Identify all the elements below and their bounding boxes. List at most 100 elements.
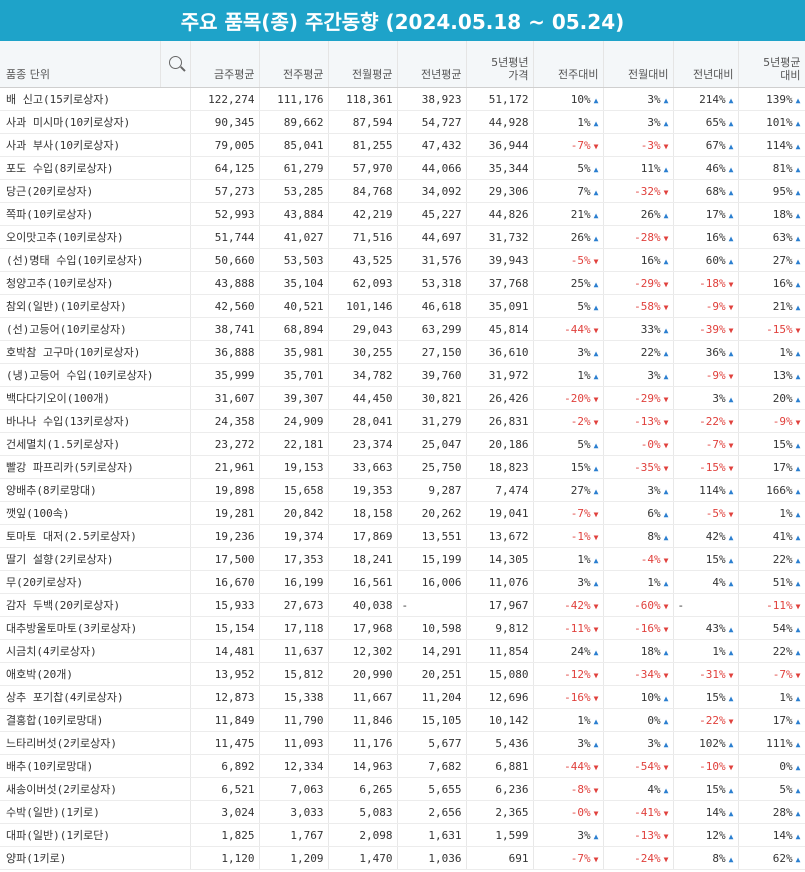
col-header-last-week[interactable]: 전주평균 — [259, 41, 329, 88]
arrow-up-icon: ▲ — [728, 555, 734, 565]
arrow-up-icon: ▲ — [795, 647, 801, 657]
table-row[interactable]: 무(20키로상자) 16,670 16,199 16,561 16,006 11,076 3… — [0, 570, 805, 594]
table-row[interactable]: 상추 포기찹(4키로상자) 12,873 15,338 11,667 11,204 12,… — [0, 685, 805, 709]
table-row[interactable]: 느타리버섯(2키로상자) 11,475 11,093 11,176 5,677 5,436… — [0, 731, 805, 755]
table-row[interactable]: 바나나 수입(13키로상자) 24,358 24,909 28,041 31,279 26… — [0, 409, 805, 433]
change-cell: -8% ▼ — [533, 777, 604, 801]
table-row[interactable]: (선)고등어(10키로상자) 38,741 68,894 29,043 63,299 45… — [0, 317, 805, 341]
arrow-up-icon: ▲ — [663, 716, 669, 726]
col-header-5yr-price[interactable]: 5년평년 가격 — [466, 41, 534, 88]
arrow-up-icon: ▲ — [593, 647, 599, 657]
price-cell: 20,251 — [397, 662, 467, 686]
arrow-down-icon: ▼ — [663, 440, 669, 450]
price-cell: 43,884 — [259, 202, 329, 226]
table-row[interactable]: 토마토 대저(2.5키로상자) 19,236 19,374 17,869 13,551 1… — [0, 524, 805, 548]
change-cell: -28% ▼ — [603, 225, 674, 249]
table-row[interactable]: 배 신고(15키로상자) 122,274 111,176 118,361 38,923 5… — [0, 87, 805, 111]
arrow-up-icon: ▲ — [663, 509, 669, 519]
table-row[interactable]: 대추방울토마토(3키로상자) 15,154 17,118 17,968 10,598 9,… — [0, 616, 805, 640]
table-row[interactable]: 포도 수입(8키로상자) 64,125 61,279 57,970 44,066 35,3… — [0, 156, 805, 180]
change-cell: -7% ▼ — [673, 432, 739, 456]
price-cell: 26,426 — [466, 386, 534, 410]
col-header-vs-month[interactable]: 전월대비 — [603, 41, 674, 88]
price-cell: 12,696 — [466, 685, 534, 709]
change-cell: 1% ▲ — [533, 547, 604, 571]
change-cell: 4% ▲ — [673, 570, 739, 594]
arrow-down-icon: ▼ — [593, 509, 599, 519]
price-cell: 44,450 — [328, 386, 398, 410]
change-cell: 51% ▲ — [738, 570, 805, 594]
col-header-last-year[interactable]: 전년평균 — [397, 41, 467, 88]
price-cell: 7,474 — [466, 478, 534, 502]
price-cell: 40,038 — [328, 593, 398, 617]
table-row[interactable]: 사과 부사(10키로상자) 79,005 85,041 81,255 47,432 36,… — [0, 133, 805, 157]
table-row[interactable]: 새송이버섯(2키로상자) 6,521 7,063 6,265 5,655 6,236 -8%… — [0, 777, 805, 801]
col-header-vs-week[interactable]: 전주대비 — [533, 41, 604, 88]
price-cell: 5,083 — [328, 800, 398, 824]
change-cell: -29% ▼ — [603, 386, 674, 410]
arrow-down-icon: ▼ — [663, 233, 669, 243]
change-cell: 81% ▲ — [738, 156, 805, 180]
price-cell: 14,963 — [328, 754, 398, 778]
price-cell: 23,374 — [328, 432, 398, 456]
price-cell: 42,219 — [328, 202, 398, 226]
table-row[interactable]: 애호박(20개) 13,952 15,812 20,990 20,251 15,080 -1… — [0, 662, 805, 686]
price-cell: 50,660 — [190, 248, 260, 272]
col-header-this-week[interactable]: 금주평균 — [190, 41, 260, 88]
table-row[interactable]: 수박(일반)(1키로) 3,024 3,033 5,083 2,656 2,365 -0% ▼… — [0, 800, 805, 824]
table-row[interactable]: (선)명태 수입(10키로상자) 50,660 53,503 43,525 31,576… — [0, 248, 805, 272]
change-cell: 8% ▲ — [603, 524, 674, 548]
price-cell: 11,475 — [190, 731, 260, 755]
table-row[interactable]: 시금치(4키로상자) 14,481 11,637 12,302 14,291 11,854… — [0, 639, 805, 663]
price-cell: 27,673 — [259, 593, 329, 617]
table-row[interactable]: 깻잎(100속) 19,281 20,842 18,158 20,262 19,041 -7… — [0, 501, 805, 525]
table-row[interactable]: 양파(1키로) 1,120 1,209 1,470 1,036 691 -7% ▼ -24% ▼ 8… — [0, 846, 805, 870]
table-row[interactable]: 쪽파(10키로상자) 52,993 43,884 42,219 45,227 44,826… — [0, 202, 805, 226]
table-row[interactable]: 오이맛고추(10키로상자) 51,744 41,027 71,516 44,697 31,… — [0, 225, 805, 249]
price-cell: 11,849 — [190, 708, 260, 732]
change-cell: 3% ▲ — [533, 731, 604, 755]
table-row[interactable]: 딸기 설향(2키로상자) 17,500 17,353 18,241 15,199 14,3… — [0, 547, 805, 571]
col-header-last-month[interactable]: 전월평균 — [328, 41, 398, 88]
change-cell: 5% ▲ — [533, 294, 604, 318]
table-row[interactable]: 청양고추(10키로상자) 43,888 35,104 62,093 53,318 37,7… — [0, 271, 805, 295]
table-row[interactable]: 배추(10키로망대) 6,892 12,334 14,963 7,682 6,881 -44… — [0, 754, 805, 778]
table-row[interactable]: 참외(일반)(10키로상자) 42,560 40,521 101,146 46,618 3… — [0, 294, 805, 318]
price-cell: 14,305 — [466, 547, 534, 571]
price-cell: 35,981 — [259, 340, 329, 364]
table-row[interactable]: 양배추(8키로망대) 19,898 15,658 19,353 9,287 7,474 27… — [0, 478, 805, 502]
change-cell: 1% ▲ — [533, 110, 604, 134]
table-row[interactable]: 사과 미시마(10키로상자) 90,345 89,662 87,594 54,727 44… — [0, 110, 805, 134]
change-cell: 166% ▲ — [738, 478, 805, 502]
change-cell: 15% ▲ — [533, 455, 604, 479]
change-cell: 6% ▲ — [603, 501, 674, 525]
search-button[interactable] — [160, 41, 191, 88]
change-cell: 1% ▲ — [738, 340, 805, 364]
col-header-vs-5yr[interactable]: 5년평균 대비 — [738, 41, 805, 88]
arrow-down-icon: ▼ — [663, 279, 669, 289]
table-row[interactable]: 당근(20키로상자) 57,273 53,285 84,768 34,092 29,306… — [0, 179, 805, 203]
arrow-up-icon: ▲ — [593, 233, 599, 243]
price-cell: 19,374 — [259, 524, 329, 548]
arrow-up-icon: ▲ — [663, 164, 669, 174]
table-row[interactable]: 백다다기오이(100개) 31,607 39,307 44,450 30,821 26,4… — [0, 386, 805, 410]
item-name: 새송이버섯(2키로상자) — [0, 777, 191, 801]
arrow-up-icon: ▲ — [593, 371, 599, 381]
table-row[interactable]: 결홍합(10키로망대) 11,849 11,790 11,846 15,105 10,14… — [0, 708, 805, 732]
arrow-up-icon: ▲ — [795, 854, 801, 864]
arrow-down-icon: ▼ — [593, 693, 599, 703]
col-header-name[interactable]: 품종 단위 — [0, 41, 161, 88]
price-cell: 10,598 — [397, 616, 467, 640]
arrow-up-icon: ▲ — [795, 118, 801, 128]
col-header-vs-year[interactable]: 전년대비 — [673, 41, 739, 88]
table-row[interactable]: 호박참 고구마(10키로상자) 36,888 35,981 30,255 27,150 3… — [0, 340, 805, 364]
price-cell: 34,782 — [328, 363, 398, 387]
table-row[interactable]: 대파(일반)(1키로단) 1,825 1,767 2,098 1,631 1,599 3% ▲… — [0, 823, 805, 847]
change-cell: 18% ▲ — [603, 639, 674, 663]
price-cell: 19,236 — [190, 524, 260, 548]
table-row[interactable]: (냉)고등어 수입(10키로상자) 35,999 35,701 34,782 39,76… — [0, 363, 805, 387]
table-row[interactable]: 감자 두백(20키로상자) 15,933 27,673 40,038-17,967 -4… — [0, 593, 805, 617]
arrow-up-icon: ▲ — [728, 348, 734, 358]
table-row[interactable]: 건세멸치(1.5키로상자) 23,272 22,181 23,374 25,047 20,… — [0, 432, 805, 456]
table-row[interactable]: 빨강 파프리카(5키로상자) 21,961 19,153 33,663 25,750 18… — [0, 455, 805, 479]
